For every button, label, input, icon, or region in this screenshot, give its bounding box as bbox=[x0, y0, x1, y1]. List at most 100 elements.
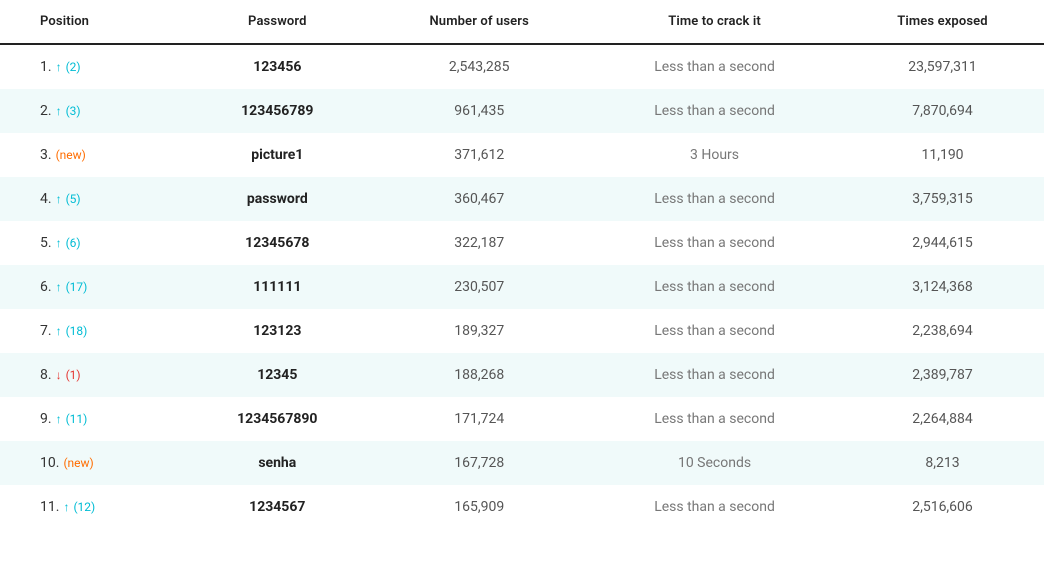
password-cell: 1234567 bbox=[184, 485, 370, 529]
users-cell: 188,268 bbox=[370, 353, 588, 397]
password-cell: 111111 bbox=[184, 265, 370, 309]
users-cell: 165,909 bbox=[370, 485, 588, 529]
position-cell: 4. ↑ (5) bbox=[0, 177, 184, 221]
position-change: (18) bbox=[66, 324, 88, 338]
position-number: 5. bbox=[40, 235, 52, 251]
position-change: (12) bbox=[73, 500, 95, 514]
users-cell: 322,187 bbox=[370, 221, 588, 265]
crack-time-cell: Less than a second bbox=[588, 265, 841, 309]
position-cell: 8.↓(1) bbox=[0, 353, 184, 397]
password-cell: 123123 bbox=[184, 309, 370, 353]
position-cell: 5. ↑ (6) bbox=[0, 221, 184, 265]
down-arrow-icon: ↓ bbox=[56, 368, 62, 382]
password-cell: 123456789 bbox=[184, 89, 370, 133]
password-cell: 12345 bbox=[184, 353, 370, 397]
crack-header-label: Time to crack it bbox=[668, 14, 761, 29]
up-arrow-icon: ↑ bbox=[56, 280, 62, 294]
position-cell: 11. ↑ (12) bbox=[0, 485, 184, 529]
position-number: 9. bbox=[40, 411, 52, 427]
users-cell: 171,724 bbox=[370, 397, 588, 441]
table-row: 10.(new)senha167,72810 Seconds8,213 bbox=[0, 441, 1044, 485]
password-cell: 12345678 bbox=[184, 221, 370, 265]
table-row: 2.↑(3)123456789961,435Less than a second… bbox=[0, 89, 1044, 133]
table-header-row: Position Password Number of users Time t… bbox=[0, 0, 1044, 44]
password-header-label: Password bbox=[248, 14, 307, 29]
up-arrow-icon: ↑ bbox=[63, 500, 69, 514]
table-row: 4.↑(5)password360,467Less than a second3… bbox=[0, 177, 1044, 221]
crack-time-cell: Less than a second bbox=[588, 485, 841, 529]
exposed-cell: 3,759,315 bbox=[841, 177, 1044, 221]
password-cell: password bbox=[184, 177, 370, 221]
users-cell: 371,612 bbox=[370, 133, 588, 177]
users-cell: 167,728 bbox=[370, 441, 588, 485]
users-cell: 189,327 bbox=[370, 309, 588, 353]
position-number: 1. bbox=[40, 59, 52, 75]
position-number: 11. bbox=[40, 499, 59, 515]
password-cell: senha bbox=[184, 441, 370, 485]
password-table: Position Password Number of users Time t… bbox=[0, 0, 1044, 529]
exposed-cell: 2,944,615 bbox=[841, 221, 1044, 265]
position-new-badge: (new) bbox=[63, 456, 93, 470]
exposed-cell: 8,213 bbox=[841, 441, 1044, 485]
exposed-cell: 2,238,694 bbox=[841, 309, 1044, 353]
users-header: Number of users bbox=[370, 0, 588, 44]
table-row: 9. ↑ (11) 1234567890171,724Less than a seco… bbox=[0, 397, 1044, 441]
position-number: 6. bbox=[40, 279, 52, 295]
position-change: (11) bbox=[66, 412, 88, 426]
exposed-cell: 11,190 bbox=[841, 133, 1044, 177]
position-change: (2) bbox=[66, 60, 81, 74]
position-new-badge: (new) bbox=[56, 148, 86, 162]
crack-time-cell: Less than a second bbox=[588, 177, 841, 221]
up-arrow-icon: ↑ bbox=[56, 60, 62, 74]
position-header-label: Position bbox=[40, 14, 89, 29]
position-cell: 2.↑(3) bbox=[0, 89, 184, 133]
crack-time-cell: Less than a second bbox=[588, 309, 841, 353]
crack-time-cell: Less than a second bbox=[588, 44, 841, 89]
up-arrow-icon: ↑ bbox=[56, 104, 62, 118]
table-row: 3.(new)picture1371,6123 Hours11,190 bbox=[0, 133, 1044, 177]
exposed-cell: 2,264,884 bbox=[841, 397, 1044, 441]
users-cell: 230,507 bbox=[370, 265, 588, 309]
position-change: (17) bbox=[66, 280, 88, 294]
table-row: 11. ↑ (12) 1234567165,909Less than a second… bbox=[0, 485, 1044, 529]
up-arrow-icon: ↑ bbox=[56, 324, 62, 338]
password-cell: 1234567890 bbox=[184, 397, 370, 441]
exposed-cell: 7,870,694 bbox=[841, 89, 1044, 133]
password-table-container: Position Password Number of users Time t… bbox=[0, 0, 1044, 529]
exposed-cell: 2,389,787 bbox=[841, 353, 1044, 397]
crack-time-cell: 10 Seconds bbox=[588, 441, 841, 485]
position-change: (6) bbox=[66, 236, 81, 250]
exposed-cell: 2,516,606 bbox=[841, 485, 1044, 529]
position-change: (5) bbox=[66, 192, 81, 206]
users-cell: 961,435 bbox=[370, 89, 588, 133]
exposed-header: Times exposed bbox=[841, 0, 1044, 44]
table-row: 7. ↑ (18) 123123189,327Less than a second2,… bbox=[0, 309, 1044, 353]
up-arrow-icon: ↑ bbox=[56, 236, 62, 250]
position-number: 3. bbox=[40, 147, 52, 163]
position-cell: 1. ↑ (2) bbox=[0, 44, 184, 89]
crack-time-cell: Less than a second bbox=[588, 353, 841, 397]
password-cell: picture1 bbox=[184, 133, 370, 177]
table-row: 6. ↑ (17) 111111230,507Less than a second3,… bbox=[0, 265, 1044, 309]
up-arrow-icon: ↑ bbox=[56, 412, 62, 426]
password-cell: 123456 bbox=[184, 44, 370, 89]
position-number: 4. bbox=[40, 191, 52, 207]
table-row: 1.↑(2)1234562,543,285Less than a second2… bbox=[0, 44, 1044, 89]
position-cell: 9. ↑ (11) bbox=[0, 397, 184, 441]
position-number: 7. bbox=[40, 323, 52, 339]
table-row: 8.↓(1)12345188,268Less than a second2,38… bbox=[0, 353, 1044, 397]
users-header-label: Number of users bbox=[429, 14, 528, 29]
crack-time-cell: Less than a second bbox=[588, 89, 841, 133]
crack-time-cell: Less than a second bbox=[588, 221, 841, 265]
position-header: Position bbox=[0, 0, 184, 44]
password-header: Password bbox=[184, 0, 370, 44]
exposed-cell: 3,124,368 bbox=[841, 265, 1044, 309]
position-cell: 6. ↑ (17) bbox=[0, 265, 184, 309]
position-change: (3) bbox=[66, 104, 81, 118]
position-cell: 3. (new) bbox=[0, 133, 184, 177]
crack-time-cell: Less than a second bbox=[588, 397, 841, 441]
exposed-cell: 23,597,311 bbox=[841, 44, 1044, 89]
position-cell: 10.(new) bbox=[0, 441, 184, 485]
up-arrow-icon: ↑ bbox=[56, 192, 62, 206]
crack-header: Time to crack it bbox=[588, 0, 841, 44]
